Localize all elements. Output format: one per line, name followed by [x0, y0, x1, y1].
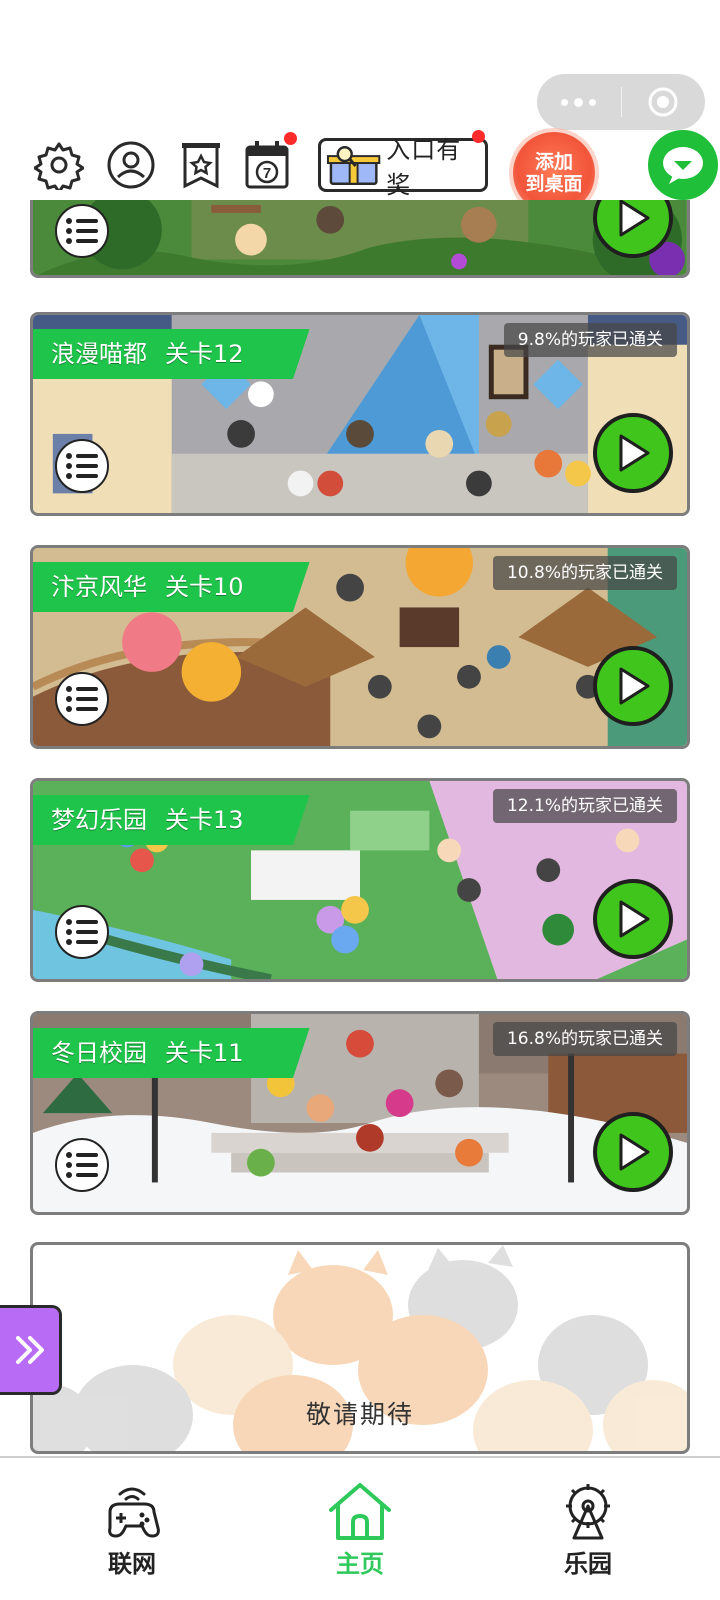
add-desktop-line1: 添加	[534, 151, 573, 173]
level-card-bianjing[interactable]: 汴京风华 关卡10 10.8%的玩家已通关	[30, 545, 690, 749]
level-card-jungle[interactable]	[30, 200, 690, 278]
target-circle-icon[interactable]	[622, 74, 706, 130]
level-list-button[interactable]	[55, 905, 109, 959]
pass-rate-badge: 16.8%的玩家已通关	[492, 1022, 677, 1056]
level-list-button[interactable]	[55, 204, 109, 258]
reward-notification-dot	[472, 130, 485, 143]
calendar-icon[interactable]: 7	[240, 138, 294, 192]
level-card-paris[interactable]: 浪漫喵都 关卡12 9.8%的玩家已通关	[30, 312, 690, 516]
level-title-banner: 梦幻乐园 关卡13	[33, 795, 310, 845]
gamepad-wifi-icon	[108, 1487, 160, 1538]
level-number: 关卡13	[165, 806, 244, 834]
chat-bubble-icon[interactable]	[648, 130, 718, 200]
nav-item-home[interactable]: 主页	[300, 1480, 420, 1579]
entry-reward-button[interactable]: 入口有奖	[318, 136, 488, 199]
level-number: 关卡11	[165, 1039, 244, 1067]
level-title-banner: 冬日校园 关卡11	[33, 1028, 310, 1078]
add-desktop-line2: 到桌面	[525, 173, 583, 195]
top-toolbar: 7 入口有奖 添加 到桌面	[0, 130, 720, 214]
play-button[interactable]	[593, 646, 673, 726]
level-list-button[interactable]	[55, 672, 109, 726]
play-button[interactable]	[593, 413, 673, 493]
user-icon[interactable]	[104, 138, 158, 192]
nav-label-online: 联网	[108, 1550, 156, 1578]
double-chevron-right-icon[interactable]	[0, 1305, 62, 1395]
scene-name: 冬日校园	[51, 1039, 147, 1067]
play-button[interactable]	[593, 1112, 673, 1192]
nav-label-home: 主页	[336, 1550, 384, 1578]
home-icon	[329, 1483, 391, 1540]
more-dots-icon[interactable]	[537, 74, 621, 130]
level-list-button[interactable]	[55, 439, 109, 493]
coming-soon-card: 敬请期待	[30, 1242, 690, 1454]
pass-rate-badge: 12.1%的玩家已通关	[492, 789, 677, 823]
scene-name: 浪漫喵都	[51, 340, 147, 368]
mini-program-capsule	[537, 74, 705, 130]
calendar-notification-dot	[284, 132, 297, 145]
entry-reward-label: 入口有奖	[386, 136, 462, 199]
level-card-winter[interactable]: 冬日校园 关卡11 16.8%的玩家已通关	[30, 1011, 690, 1215]
pass-rate-badge: 10.8%的玩家已通关	[492, 556, 677, 590]
level-number: 关卡10	[165, 573, 244, 601]
ferris-wheel-icon	[566, 1484, 610, 1540]
gear-icon[interactable]	[32, 138, 86, 192]
level-title-banner: 浪漫喵都 关卡12	[33, 329, 310, 379]
gift-magnifier-icon	[326, 145, 381, 185]
nav-item-park[interactable]: 乐园	[528, 1480, 648, 1579]
level-card-park[interactable]: 梦幻乐园 关卡13 12.1%的玩家已通关	[30, 778, 690, 982]
level-list-button[interactable]	[55, 1138, 109, 1192]
coming-soon-text: 敬请期待	[305, 1400, 414, 1429]
pass-rate-badge: 9.8%的玩家已通关	[503, 323, 677, 357]
calendar-day-text: 7	[263, 165, 271, 182]
level-number: 关卡12	[165, 340, 244, 368]
play-button[interactable]	[593, 879, 673, 959]
level-title-banner: 汴京风华 关卡10	[33, 562, 310, 612]
scene-name: 汴京风华	[51, 573, 147, 601]
star-bookmark-icon[interactable]	[174, 138, 228, 192]
nav-label-park: 乐园	[564, 1550, 612, 1578]
bottom-navigation: 联网 主页 乐园	[0, 1456, 720, 1600]
level-scene-art	[33, 200, 687, 275]
scene-name: 梦幻乐园	[51, 806, 147, 834]
nav-item-online[interactable]: 联网	[72, 1480, 192, 1579]
